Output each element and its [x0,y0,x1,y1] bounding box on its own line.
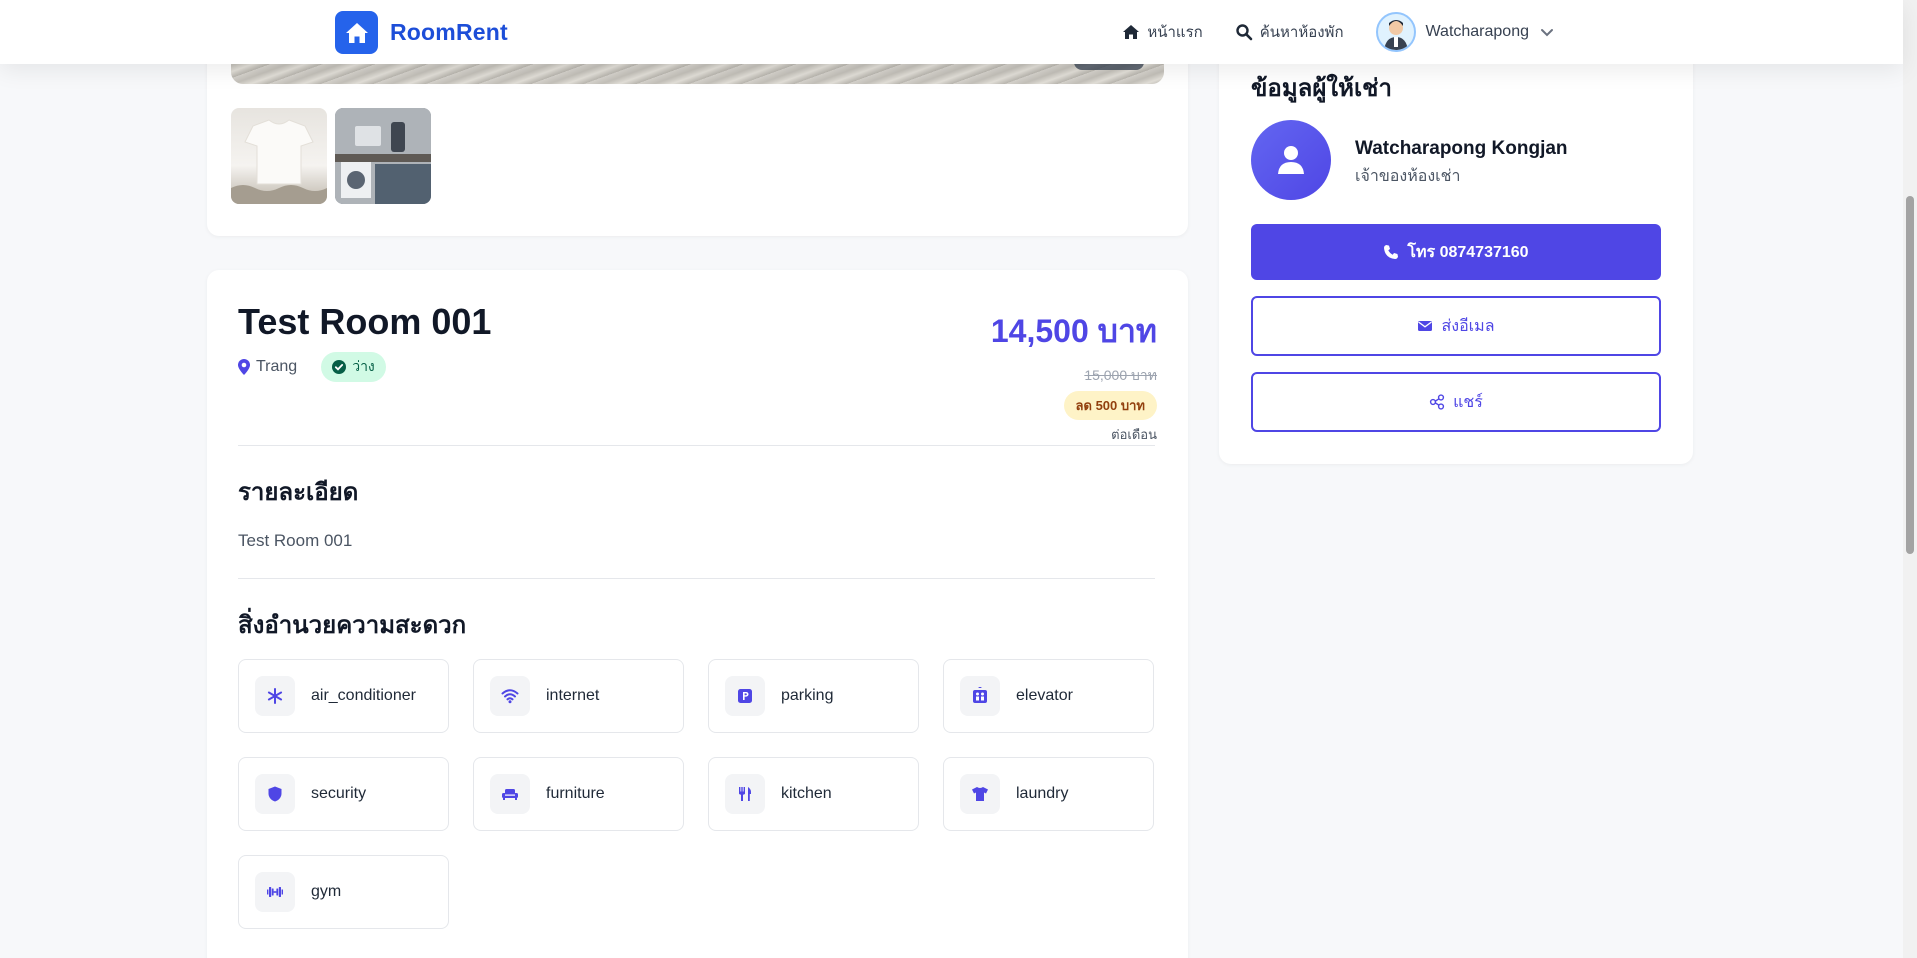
status-badge: ว่าง [321,352,386,382]
amenity-item: security [238,757,449,831]
location-row: Trang ว่าง [238,352,386,382]
gallery-card [207,40,1188,236]
share-label: แชร์ [1453,393,1483,411]
chevron-down-icon [1541,29,1553,37]
landlord-card: ข้อมูลผู้ให้เช่า Watcharapong Kongjan เจ… [1219,40,1693,464]
amenity-label: air_conditioner [311,687,416,704]
room-title: Test Room 001 [238,301,492,342]
nav-home-link[interactable]: หน้าแรก [1122,20,1203,44]
dumbbell-icon [255,872,295,912]
thumbnail-strip [231,108,431,204]
landlord-title: ข้อมูลผู้ให้เช่า [1251,75,1392,102]
phone-icon [1384,245,1399,259]
email-label: ส่งอีเมล [1441,317,1495,335]
map-pin-icon [238,359,250,375]
share-icon [1430,394,1445,410]
per-month-label: ต่อเดือน [1111,427,1157,442]
divider [238,445,1155,446]
nav-home-label: หน้าแรก [1147,24,1203,41]
amenity-item: elevator [943,659,1154,733]
navbar: RoomRent หน้าแรก ค้นหาห้องพัก Watcharapo… [0,0,1903,64]
nav-links: หน้าแรก ค้นหาห้องพัก Watcharapong [1122,12,1555,52]
thumbnail-kitchen[interactable] [335,108,431,204]
nav-search-link[interactable]: ค้นหาห้องพัก [1235,20,1344,44]
old-price: 15,000 บาท [1084,367,1157,383]
amenity-label: parking [781,687,834,704]
home-logo-icon [335,11,378,54]
amenity-item: gym [238,855,449,929]
utensils-icon [725,774,765,814]
details-title: รายละเอียด [238,479,359,506]
user-icon [1278,146,1304,174]
snowflake-icon [255,676,295,716]
wifi-icon [490,676,530,716]
room-detail-card: Test Room 001 Trang ว่าง 14,500 บาท 15,0… [207,270,1188,958]
home-icon [1123,25,1140,39]
amenity-item: air_conditioner [238,659,449,733]
page-scrollbar[interactable] [1903,0,1917,958]
thumbnail-shirt[interactable] [231,108,327,204]
call-label: โทร 0874737160 [1407,243,1529,261]
user-name: Watcharapong [1425,23,1529,40]
share-button[interactable]: แชร์ [1251,372,1661,432]
status-text: ว่าง [352,358,375,374]
parking-icon [725,676,765,716]
discount-badge: ลด 500 บาท [1063,391,1157,420]
scrollbar-thumb[interactable] [1906,196,1914,554]
price: 14,500 บาท [990,313,1157,349]
amenity-label: security [311,785,367,802]
amenity-label: furniture [546,785,605,802]
shirt-icon [960,774,1000,814]
amenity-label: laundry [1016,785,1069,802]
search-icon [1236,24,1253,41]
amenity-label: internet [546,687,600,704]
room-description: Test Room 001 [238,531,353,550]
shield-icon [255,774,295,814]
amenity-label: kitchen [781,785,832,802]
envelope-icon [1418,321,1433,331]
location-text: Trang [256,358,298,375]
amenity-item: kitchen [708,757,919,831]
call-button[interactable]: โทร 0874737160 [1251,224,1661,280]
brand-link[interactable]: RoomRent [335,11,508,54]
divider [238,578,1155,579]
amenity-item: furniture [473,757,684,831]
amenity-item: laundry [943,757,1154,831]
kitchen-photo [335,108,431,204]
elevator-icon [960,676,1000,716]
amenity-label: gym [311,883,342,900]
location: Trang [238,358,297,376]
user-menu[interactable]: Watcharapong [1375,12,1555,52]
amenity-item: internet [473,659,684,733]
amenity-label: elevator [1016,687,1073,704]
amenities-grid: air_conditioner internet parking elevato… [238,659,1154,929]
owner-name: Watcharapong Kongjan [1355,138,1568,159]
owner-role: เจ้าของห้องเช่า [1355,168,1461,185]
amenity-item: parking [708,659,919,733]
shirt-photo [231,119,327,204]
couch-icon [490,774,530,814]
check-circle-icon [332,360,347,374]
amenities-title: สิ่งอำนวยความสะดวก [238,612,467,639]
price-block: 14,500 บาท 15,000 บาท ลด 500 บาท ต่อเดือ… [991,306,1157,445]
avatar [1375,12,1416,52]
brand-name: RoomRent [390,19,508,45]
owner-avatar [1251,120,1331,200]
nav-search-label: ค้นหาห้องพัก [1259,24,1344,41]
email-button[interactable]: ส่งอีเมล [1251,296,1661,356]
